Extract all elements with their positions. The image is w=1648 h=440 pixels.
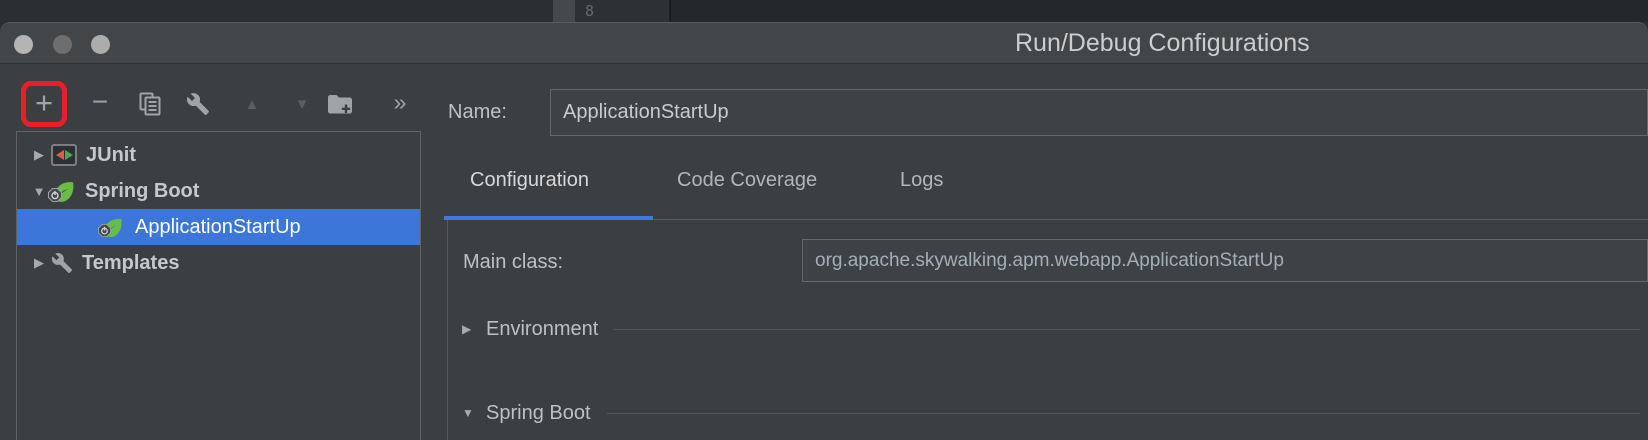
name-label: Name:: [448, 101, 507, 124]
minus-icon: −: [92, 86, 108, 118]
editor-gutter: 8: [575, 0, 669, 22]
spring-boot-icon: [51, 179, 76, 204]
section-label: Spring Boot: [486, 402, 591, 425]
close-button[interactable]: [14, 35, 33, 54]
arrow-down-icon: ▼: [295, 96, 310, 113]
chevron-double-right-icon: »: [394, 89, 405, 116]
move-down-button[interactable]: ▼: [285, 87, 319, 121]
edit-defaults-button[interactable]: [181, 87, 215, 121]
run-debug-configurations-dialog: Run/Debug Configurations + − ▲ ▼ »: [0, 22, 1648, 440]
section-environment[interactable]: ▶ Environment: [462, 316, 1640, 342]
tab-logs[interactable]: Logs: [900, 169, 943, 192]
section-divider: [614, 329, 1640, 330]
zoom-button[interactable]: [91, 35, 110, 54]
expand-arrow-icon[interactable]: ▶: [27, 255, 51, 271]
add-configuration-button[interactable]: +: [27, 87, 61, 121]
configurations-tree: ▶ JUnit ▼ Spring Boot: [16, 131, 421, 440]
expand-arrow-icon[interactable]: ▶: [27, 147, 51, 163]
line-number: 8: [585, 2, 594, 20]
arrow-up-icon: ▲: [245, 96, 260, 113]
create-folder-button[interactable]: [323, 87, 357, 121]
copy-configuration-button[interactable]: [133, 87, 167, 121]
editor-scrollbar[interactable]: [553, 0, 575, 22]
new-folder-icon: [327, 93, 353, 115]
tab-configuration[interactable]: Configuration: [470, 169, 589, 192]
move-up-button[interactable]: ▲: [235, 87, 269, 121]
tree-item-junit[interactable]: ▶ JUnit: [17, 137, 420, 173]
dialog-title: Run/Debug Configurations: [1015, 29, 1310, 58]
tree-item-label: Templates: [82, 252, 179, 275]
background-editor: 8: [0, 0, 1648, 22]
plus-icon: +: [35, 85, 53, 121]
section-spring-boot[interactable]: ▼ Spring Boot: [462, 400, 1640, 426]
tree-item-label: JUnit: [86, 144, 136, 167]
remove-configuration-button[interactable]: −: [83, 87, 117, 121]
section-divider: [607, 413, 1640, 414]
section-label: Environment: [486, 318, 598, 341]
wrench-icon: [186, 92, 210, 116]
tree-item-applicationstartup-selected[interactable]: ApplicationStartUp: [17, 209, 420, 245]
editor-area: [671, 0, 1648, 22]
junit-icon: [51, 144, 77, 166]
tree-item-label: ApplicationStartUp: [135, 216, 301, 239]
spring-boot-icon: [101, 216, 124, 239]
minimize-button[interactable]: [53, 35, 72, 54]
collapse-arrow-icon[interactable]: ▼: [462, 406, 486, 420]
tree-item-label: Spring Boot: [85, 180, 199, 203]
dialog-titlebar[interactable]: Run/Debug Configurations: [0, 23, 1648, 64]
more-actions-button[interactable]: »: [382, 87, 416, 121]
templates-wrench-icon: [51, 252, 73, 274]
tree-item-spring-boot[interactable]: ▼ Spring Boot: [17, 173, 420, 209]
copy-icon: [139, 92, 161, 116]
name-input[interactable]: [550, 89, 1648, 136]
tree-item-templates[interactable]: ▶ Templates: [17, 245, 420, 281]
main-class-label: Main class:: [463, 251, 563, 274]
tab-code-coverage[interactable]: Code Coverage: [677, 169, 817, 192]
expand-arrow-icon[interactable]: ▶: [462, 322, 486, 336]
active-tab-underline: [444, 216, 653, 220]
main-class-input[interactable]: [802, 239, 1648, 282]
